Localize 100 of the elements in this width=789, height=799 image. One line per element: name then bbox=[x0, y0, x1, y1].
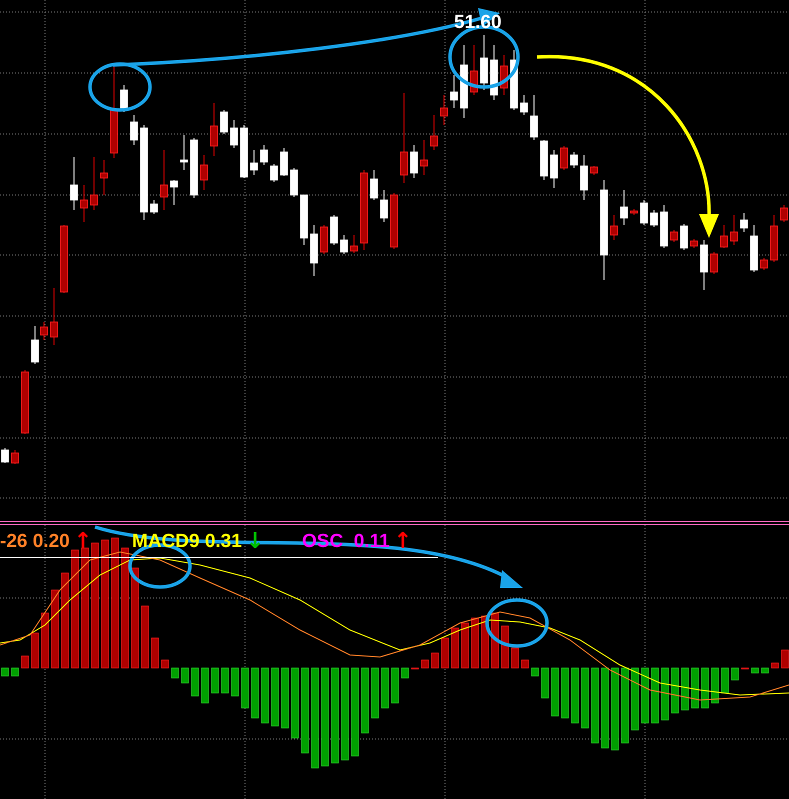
histogram-bar bbox=[631, 668, 639, 730]
candlestick bbox=[730, 214, 738, 246]
histogram-bar bbox=[771, 662, 779, 668]
candlestick bbox=[760, 258, 768, 270]
candlestick bbox=[80, 184, 88, 222]
candlestick bbox=[250, 150, 258, 176]
annotation-circle bbox=[485, 598, 549, 648]
histogram-bar bbox=[761, 668, 769, 674]
candlestick bbox=[70, 156, 78, 210]
histogram-bar bbox=[551, 668, 559, 716]
candlestick bbox=[390, 192, 398, 250]
candlestick bbox=[690, 238, 698, 248]
candlestick bbox=[370, 170, 378, 200]
histogram-bar bbox=[731, 668, 739, 680]
candlestick bbox=[230, 120, 238, 148]
histogram-bar bbox=[521, 660, 529, 668]
histogram-bar bbox=[201, 668, 209, 704]
candlestick bbox=[50, 288, 58, 346]
trend-arrow: ↑ bbox=[394, 528, 412, 556]
histogram-bar bbox=[141, 606, 149, 668]
candlestick bbox=[190, 138, 198, 198]
candlestick bbox=[520, 94, 528, 116]
candlestick bbox=[320, 224, 328, 254]
candlestick bbox=[770, 214, 778, 262]
histogram-bar bbox=[671, 668, 679, 714]
histogram-bar bbox=[461, 622, 469, 668]
candlestick bbox=[590, 166, 598, 176]
candlestick bbox=[200, 154, 208, 190]
candlestick bbox=[1, 448, 9, 464]
histogram-bar bbox=[221, 668, 229, 694]
histogram-bar bbox=[1, 668, 9, 676]
histogram-bar bbox=[711, 668, 719, 704]
candlestick bbox=[440, 94, 448, 126]
annotation-circle bbox=[88, 62, 152, 112]
candlestick bbox=[210, 102, 218, 156]
histogram-bar bbox=[701, 668, 709, 708]
candlestick bbox=[380, 190, 388, 222]
candlestick bbox=[750, 224, 758, 272]
candlestick bbox=[720, 224, 728, 248]
candlestick bbox=[100, 160, 108, 196]
candlestick bbox=[580, 154, 588, 200]
histogram-bar bbox=[661, 668, 669, 720]
histogram-bar bbox=[531, 668, 539, 676]
candlestick bbox=[560, 146, 568, 170]
histogram-bar bbox=[471, 618, 479, 668]
histogram-bar bbox=[721, 668, 729, 694]
candlestick bbox=[700, 240, 708, 290]
histogram-bar bbox=[41, 612, 49, 668]
candlestick bbox=[260, 144, 268, 166]
candlestick bbox=[60, 224, 68, 294]
candlestick bbox=[470, 44, 478, 96]
histogram-bar bbox=[291, 668, 299, 738]
candlestick bbox=[780, 204, 788, 222]
candlestick bbox=[280, 148, 288, 176]
candlestick bbox=[740, 212, 748, 232]
histogram-bar bbox=[151, 638, 159, 668]
histogram-bar bbox=[541, 668, 549, 698]
histogram-bar bbox=[501, 626, 509, 668]
candlestick bbox=[270, 164, 278, 182]
histogram-bar bbox=[681, 668, 689, 710]
histogram-bar bbox=[441, 638, 449, 668]
candlestick bbox=[330, 214, 338, 246]
histogram-bar bbox=[641, 668, 649, 724]
candlestick bbox=[240, 124, 248, 178]
histogram-bar bbox=[181, 668, 189, 684]
candlestick bbox=[120, 84, 128, 112]
histogram-bar bbox=[571, 668, 579, 724]
histogram-bar bbox=[161, 660, 169, 668]
candlestick bbox=[670, 230, 678, 242]
histogram-bar bbox=[691, 668, 699, 708]
candlestick bbox=[180, 134, 188, 170]
histogram-bar bbox=[561, 668, 569, 718]
histogram-bar bbox=[381, 668, 389, 708]
candlestick bbox=[610, 214, 618, 240]
candlestick bbox=[150, 200, 158, 214]
candlestick bbox=[130, 114, 138, 146]
candlestick bbox=[640, 200, 648, 226]
candlestick bbox=[530, 94, 538, 140]
histogram-bar bbox=[421, 660, 429, 668]
candlestick bbox=[450, 74, 458, 108]
histogram-bar bbox=[431, 652, 439, 668]
candlestick bbox=[290, 168, 298, 198]
candlestick bbox=[410, 144, 418, 178]
histogram-bar bbox=[371, 668, 379, 718]
histogram-bar bbox=[171, 668, 179, 678]
histogram-bar bbox=[511, 648, 519, 668]
candlestick bbox=[430, 114, 438, 150]
histogram-bar bbox=[281, 668, 289, 728]
candlestick bbox=[170, 180, 178, 206]
histogram-bar bbox=[651, 668, 659, 724]
trend-arrow: ↑ bbox=[74, 528, 92, 556]
histogram-bar bbox=[361, 668, 369, 734]
histogram-bar bbox=[11, 668, 19, 676]
histogram-bar bbox=[401, 668, 409, 678]
candlestick bbox=[570, 152, 578, 168]
histogram-bar bbox=[21, 656, 29, 668]
candlestick bbox=[11, 450, 19, 464]
histogram-bar bbox=[191, 668, 199, 696]
candlestick bbox=[550, 150, 558, 188]
histogram-bar bbox=[451, 628, 459, 668]
